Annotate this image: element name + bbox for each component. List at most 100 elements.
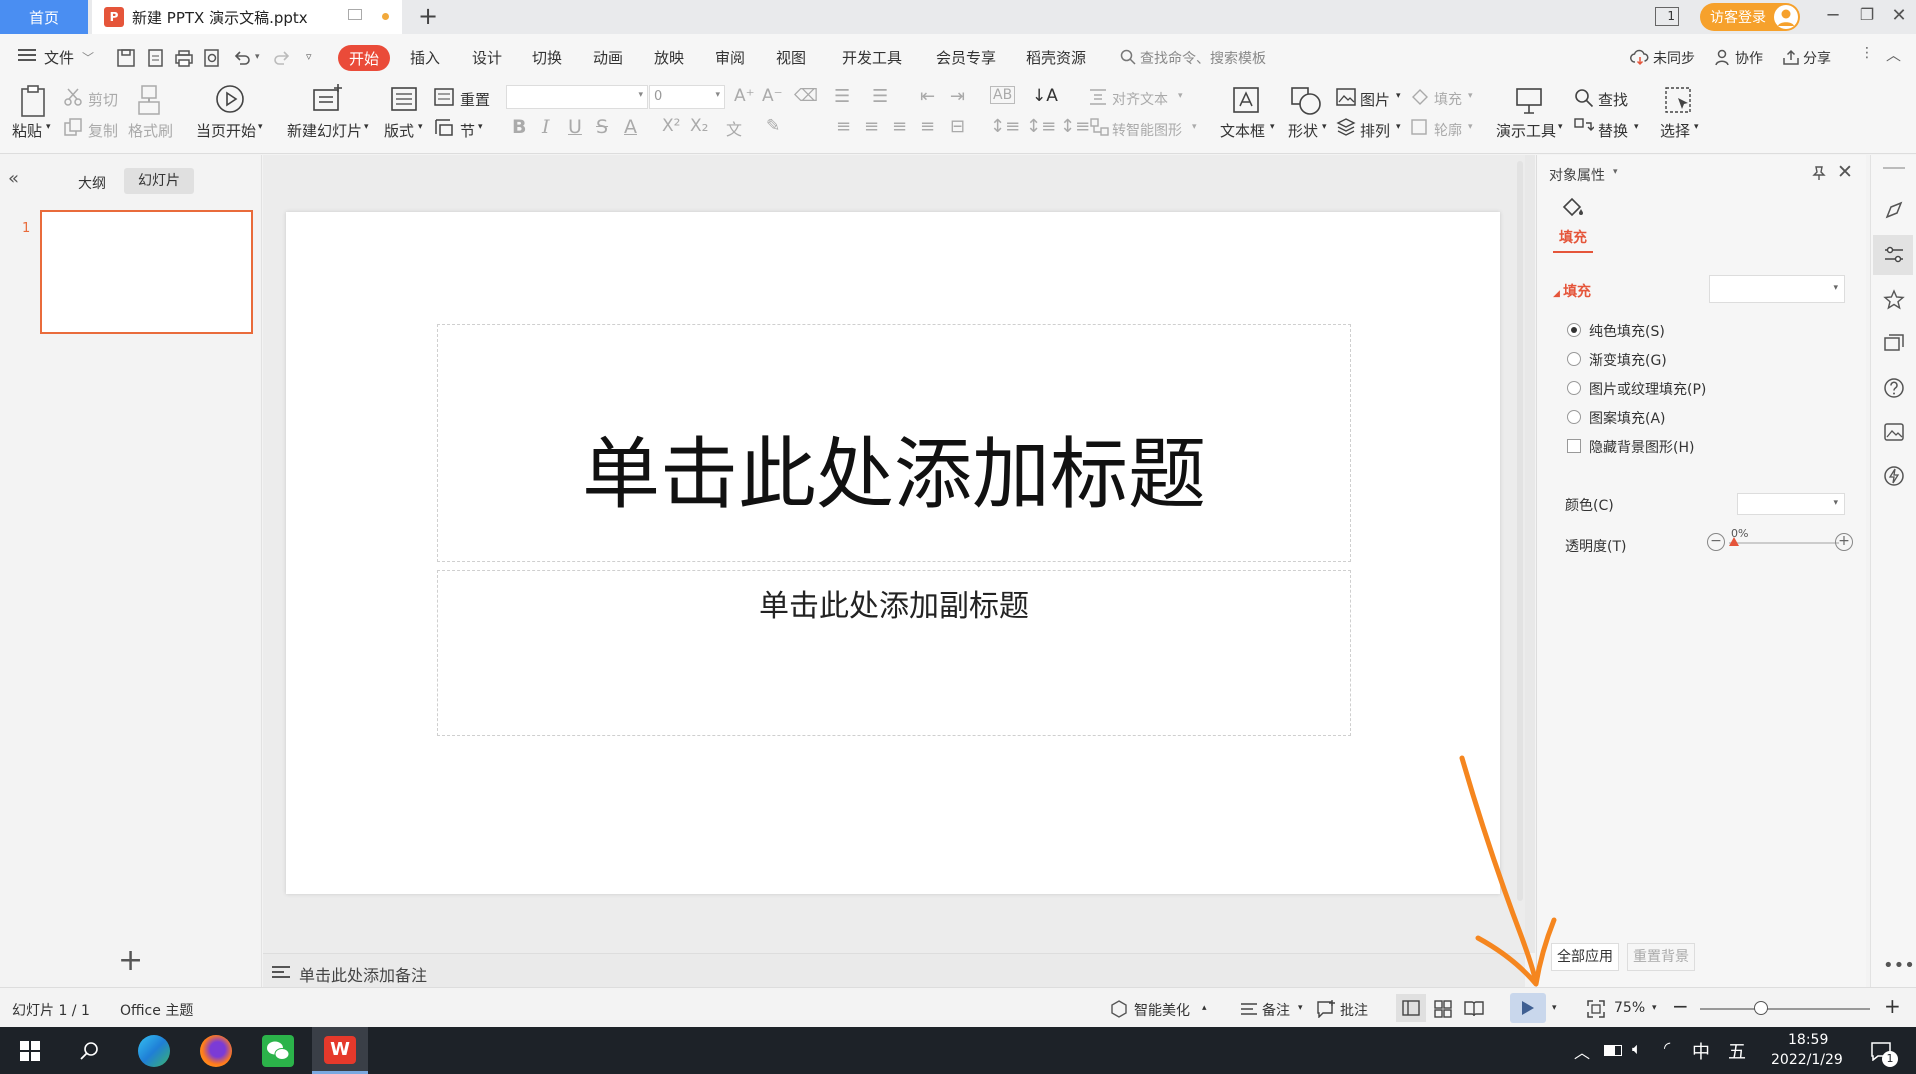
- gradient-fill-label[interactable]: 渐变填充(G): [1589, 350, 1667, 370]
- cut-button[interactable]: 剪切: [88, 89, 118, 110]
- layout-button[interactable]: 版式: [384, 120, 414, 141]
- notes-pane[interactable]: 单击此处添加备注: [263, 953, 1525, 987]
- volume-icon[interactable]: 🔈︎: [1632, 1039, 1642, 1059]
- menu-tab-member[interactable]: 会员专享: [936, 47, 996, 68]
- save-icon[interactable]: [116, 48, 136, 68]
- subscript-icon[interactable]: X₂: [690, 116, 708, 136]
- notes-toggle-icon[interactable]: [1240, 1000, 1258, 1018]
- undo-dropdown-icon[interactable]: ▾: [255, 52, 260, 62]
- sort-icon[interactable]: ↓A: [1032, 86, 1058, 106]
- menu-tab-docer[interactable]: 稻壳资源: [1026, 47, 1086, 68]
- close-window-button[interactable]: ✕: [1884, 5, 1914, 26]
- picture-button[interactable]: 图片: [1360, 89, 1390, 110]
- increase-font-size-icon[interactable]: A⁺: [734, 86, 755, 106]
- restore-button[interactable]: ❐: [1852, 5, 1882, 24]
- paste-dropdown-icon[interactable]: ▾: [46, 122, 51, 132]
- new-slide-dropdown-icon[interactable]: ▾: [364, 122, 369, 132]
- fit-window-icon[interactable]: [1586, 999, 1606, 1019]
- align-text-dropdown-icon[interactable]: ▾: [1178, 91, 1183, 101]
- italic-icon[interactable]: I: [542, 116, 550, 138]
- section-button[interactable]: 节: [460, 120, 475, 141]
- fill-bucket-icon[interactable]: [1410, 88, 1430, 106]
- replace-button[interactable]: 替换: [1598, 120, 1628, 141]
- decrease-indent-icon[interactable]: ⇤: [920, 86, 935, 107]
- columns-icon[interactable]: ↕≡: [1060, 116, 1090, 137]
- numbering-icon[interactable]: ☰: [872, 86, 888, 107]
- zoom-dropdown-icon[interactable]: ▾: [1652, 1003, 1657, 1013]
- play-circle-icon[interactable]: [215, 84, 245, 114]
- share-icon[interactable]: [1782, 48, 1800, 66]
- tab-slides[interactable]: 幻灯片: [124, 168, 194, 194]
- text-direction-icon[interactable]: AB: [990, 86, 1016, 104]
- menu-tab-start[interactable]: 开始: [338, 45, 390, 71]
- backup-icon[interactable]: [1883, 465, 1905, 487]
- find-button[interactable]: 查找: [1598, 89, 1628, 110]
- hide-background-label[interactable]: 隐藏背景图形(H): [1589, 437, 1694, 457]
- textbox-button[interactable]: 文本框: [1220, 120, 1265, 141]
- font-color-icon[interactable]: A: [624, 116, 637, 138]
- guest-login-button[interactable]: 访客登录: [1700, 3, 1800, 31]
- panel-header-dropdown-icon[interactable]: ▾: [1613, 167, 1618, 177]
- wps-app-active[interactable]: W: [312, 1027, 368, 1074]
- picture-icon[interactable]: [1336, 88, 1356, 106]
- sidebar-handle-icon[interactable]: [1883, 167, 1905, 169]
- reset-icon[interactable]: [434, 88, 454, 106]
- fill-type-select[interactable]: ▾: [1709, 275, 1845, 303]
- play-from-current-button[interactable]: 当页开始: [196, 120, 256, 141]
- shape-button[interactable]: 形状: [1288, 120, 1318, 141]
- hide-background-checkbox[interactable]: [1567, 439, 1581, 453]
- notes-dropdown-icon[interactable]: ▾: [1298, 1003, 1303, 1013]
- presentation-tools-icon[interactable]: [1515, 86, 1545, 116]
- smart-beautify-button[interactable]: 智能美化: [1134, 1000, 1190, 1020]
- bullets-icon[interactable]: ☰: [834, 86, 850, 107]
- distribute-icon[interactable]: ⊟: [950, 116, 965, 137]
- reset-background-button[interactable]: 重置背景: [1627, 943, 1695, 971]
- zoom-level[interactable]: 75%: [1614, 1000, 1645, 1016]
- close-panel-icon[interactable]: ✕: [1837, 161, 1853, 183]
- superscript-icon[interactable]: X²: [662, 116, 680, 136]
- search-icon[interactable]: [1120, 49, 1136, 65]
- collaborate-icon[interactable]: [1714, 48, 1732, 66]
- pin-icon[interactable]: [1811, 165, 1827, 181]
- select-icon[interactable]: [1664, 86, 1694, 116]
- zoom-out-icon[interactable]: −: [1672, 994, 1689, 1018]
- fill-tab-icon[interactable]: [1560, 195, 1586, 219]
- style-icon[interactable]: [1883, 199, 1905, 221]
- clear-format-icon[interactable]: ⌫: [794, 86, 818, 106]
- pattern-fill-label[interactable]: 图案填充(A): [1589, 408, 1666, 428]
- arrange-dropdown-icon[interactable]: ▾: [1396, 122, 1401, 132]
- zoom-slider-thumb[interactable]: [1754, 1001, 1768, 1015]
- transparency-slider[interactable]: [1729, 542, 1839, 544]
- subtitle-placeholder[interactable]: 单击此处添加副标题: [437, 570, 1351, 736]
- chevron-down-icon[interactable]: ﹀: [82, 49, 94, 66]
- theme-name[interactable]: Office 主题: [120, 1000, 193, 1020]
- align-text-icon[interactable]: [1088, 88, 1108, 106]
- beautify-expand-icon[interactable]: ▴: [1202, 1003, 1207, 1013]
- highlight-icon[interactable]: ✎: [766, 116, 780, 136]
- outline-icon[interactable]: [1410, 118, 1430, 136]
- replace-icon[interactable]: [1574, 118, 1594, 136]
- align-text-button[interactable]: 对齐文本: [1112, 89, 1168, 109]
- select-dropdown-icon[interactable]: ▾: [1694, 122, 1699, 132]
- picture-fill-label[interactable]: 图片或纹理填充(P): [1589, 379, 1706, 399]
- zoom-slider[interactable]: [1700, 1008, 1870, 1010]
- solid-fill-label[interactable]: 纯色填充(S): [1589, 321, 1665, 341]
- find-icon[interactable]: [1574, 88, 1594, 108]
- print-icon[interactable]: [174, 48, 194, 68]
- align-left-icon[interactable]: ≡: [836, 116, 851, 137]
- hamburger-menu-icon[interactable]: [18, 49, 36, 61]
- slide-transition-icon[interactable]: [1883, 333, 1905, 355]
- comment-icon[interactable]: [1316, 1000, 1336, 1018]
- new-slide-icon[interactable]: [312, 84, 344, 114]
- outline-dropdown-icon[interactable]: ▾: [1468, 122, 1473, 132]
- menu-tab-developer[interactable]: 开发工具: [842, 47, 902, 68]
- menu-tab-review[interactable]: 审阅: [715, 47, 745, 68]
- layout-icon[interactable]: [390, 86, 418, 112]
- zoom-in-icon[interactable]: +: [1884, 994, 1901, 1018]
- show-hidden-icons[interactable]: ︿: [1574, 1039, 1590, 1063]
- section-dropdown-icon[interactable]: ▾: [478, 122, 483, 132]
- reading-view-icon[interactable]: [1464, 1000, 1484, 1018]
- phonetic-guide-icon[interactable]: 文: [726, 116, 742, 140]
- layout-dropdown-icon[interactable]: ▾: [418, 122, 423, 132]
- notes-toggle-button[interactable]: 备注: [1262, 1000, 1290, 1020]
